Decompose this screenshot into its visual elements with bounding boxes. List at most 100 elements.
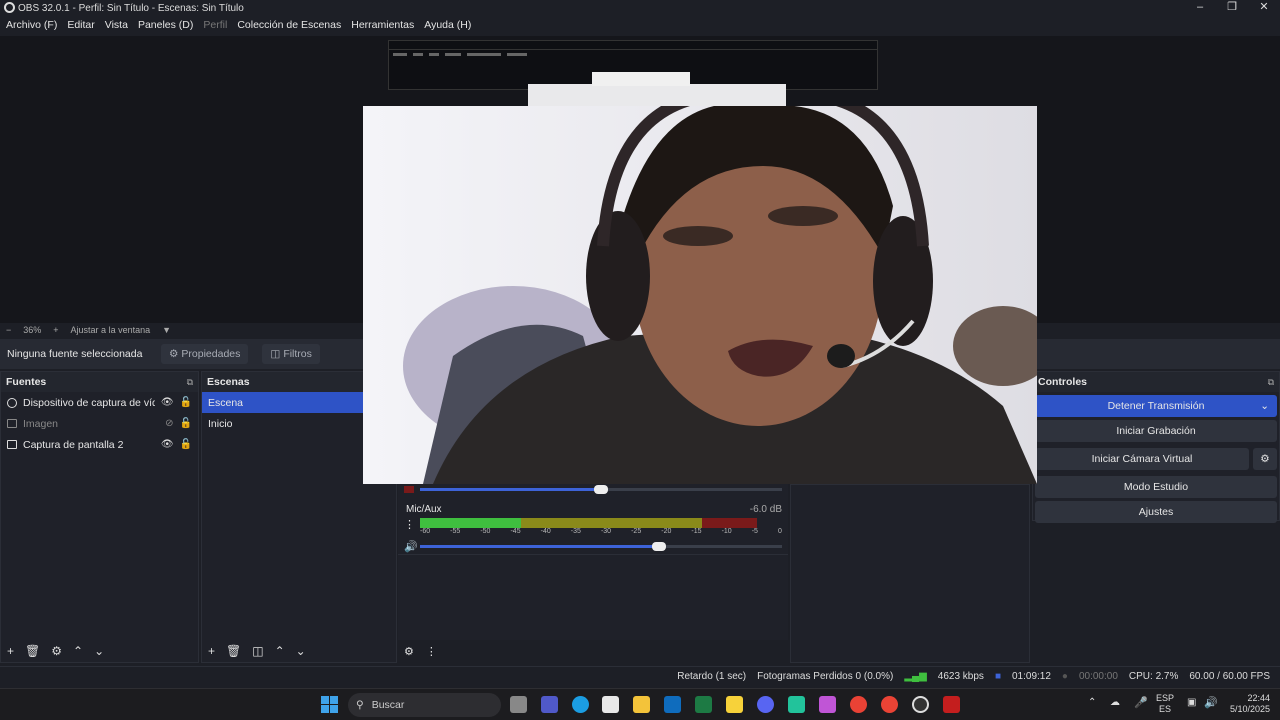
- maximize-button[interactable]: ❐: [1216, 0, 1248, 16]
- clock-date: 5/10/2025: [1229, 704, 1270, 714]
- eye-icon[interactable]: 👁: [161, 439, 174, 450]
- filter-icon: ◫: [270, 348, 281, 360]
- menu-ayuda[interactable]: Ayuda (H): [424, 19, 471, 31]
- lock-icon[interactable]: 🔓: [180, 397, 192, 408]
- trash-icon[interactable]: 🗑: [25, 644, 40, 658]
- file-explorer-icon[interactable]: [633, 696, 650, 713]
- excel-icon[interactable]: [695, 696, 712, 713]
- start-recording-button[interactable]: Iniciar Grabación: [1035, 420, 1277, 442]
- edge-icon[interactable]: [572, 696, 589, 713]
- filters-label: Filtros: [283, 348, 312, 360]
- add-icon[interactable]: +: [7, 644, 14, 658]
- discord-icon[interactable]: [757, 696, 774, 713]
- sticky-notes-icon[interactable]: [726, 696, 743, 713]
- controls-dock: Controles ⧉ Detener Transmisión ⌄ Iniciar …: [1032, 371, 1280, 523]
- arrow-down-icon[interactable]: ⌄: [296, 644, 306, 658]
- dropped-frames-status: Fotogramas Perdidos 0 (0.0%): [757, 671, 894, 682]
- store-icon[interactable]: [602, 696, 619, 713]
- desktop-volume-slider[interactable]: [420, 485, 782, 494]
- meter-tick-label: -45: [510, 528, 521, 535]
- app-icon[interactable]: [788, 696, 805, 713]
- nested-preview-frame: [528, 84, 786, 108]
- popout-icon[interactable]: ⧉: [1268, 377, 1274, 388]
- volume-icon[interactable]: 🔊: [1204, 696, 1218, 709]
- settings-button[interactable]: Ajustes: [1035, 501, 1277, 523]
- source-label: Captura de pantalla 2: [23, 438, 124, 451]
- close-button[interactable]: ✕: [1248, 0, 1280, 16]
- copilot-icon[interactable]: [819, 696, 836, 713]
- outlook-icon[interactable]: [664, 696, 681, 713]
- list-item[interactable]: Imagen ⊘ 🔓: [1, 413, 198, 434]
- meter-tick-label: -5: [751, 528, 758, 535]
- zoom-fit-dropdown[interactable]: Ajustar a la ventana: [71, 325, 151, 335]
- menu-perfil[interactable]: Perfil: [203, 19, 227, 31]
- arrow-up-icon[interactable]: ⌃: [73, 644, 83, 658]
- obs-taskbar-icon[interactable]: [912, 696, 929, 713]
- menu-archivo[interactable]: Archivo (F): [6, 19, 57, 31]
- meter-tick-label: -35: [570, 528, 581, 535]
- arrow-down-icon[interactable]: ⌄: [94, 644, 104, 658]
- list-item[interactable]: Captura de pantalla 2 👁 🔓: [1, 434, 198, 455]
- mcafee-icon[interactable]: [943, 696, 960, 713]
- virtual-camera-settings-button[interactable]: ⚙: [1253, 448, 1277, 470]
- menu-vista[interactable]: Vista: [105, 19, 128, 31]
- mixer-footer: ⚙ ⋮: [398, 640, 790, 663]
- trash-icon[interactable]: 🗑: [226, 644, 241, 658]
- network-icon[interactable]: ▣: [1187, 697, 1196, 708]
- lock-icon[interactable]: 🔓: [180, 418, 192, 429]
- gear-icon: ⚙: [1260, 453, 1270, 465]
- language-indicator[interactable]: ESP ES: [1156, 693, 1174, 715]
- chevron-down-icon[interactable]: ⌄: [1260, 395, 1269, 417]
- studio-mode-button[interactable]: Modo Estudio: [1035, 476, 1277, 498]
- zoom-out-button[interactable]: −: [6, 325, 11, 335]
- meter-tick-label: -25: [631, 528, 642, 535]
- kebab-menu-icon[interactable]: ⋮: [404, 518, 415, 531]
- windows-start-icon[interactable]: [321, 696, 338, 713]
- minimize-button[interactable]: –: [1184, 0, 1216, 16]
- transitions-dock: [790, 484, 1030, 663]
- no-source-label: Ninguna fuente seleccionada: [7, 348, 143, 360]
- stop-stream-button[interactable]: Detener Transmisión ⌄: [1035, 395, 1277, 417]
- tray-chevron-icon[interactable]: ⌃: [1088, 697, 1096, 708]
- lock-icon[interactable]: 🔓: [180, 439, 192, 450]
- eye-hidden-icon[interactable]: ⊘: [165, 418, 173, 429]
- arrow-up-icon[interactable]: ⌃: [275, 644, 285, 658]
- search-icon: ⚲: [356, 699, 364, 711]
- window-title: OBS 32.0.1 - Perfil: Sin Título - Escena…: [18, 2, 244, 14]
- speaker-icon[interactable]: 🔊: [404, 540, 418, 553]
- onedrive-icon[interactable]: ☁: [1110, 697, 1120, 708]
- meter-tick-label: -50: [480, 528, 491, 535]
- add-icon[interactable]: +: [208, 644, 215, 658]
- filter-icon[interactable]: ◫: [252, 644, 263, 658]
- chevron-down-icon[interactable]: ▼: [162, 325, 171, 335]
- chrome-profile-icon[interactable]: [881, 696, 898, 713]
- mic-volume-slider[interactable]: [420, 542, 782, 551]
- mic-level-meter: [420, 518, 782, 528]
- teams-icon[interactable]: [541, 696, 558, 713]
- properties-button[interactable]: ⚙ Propiedades: [161, 344, 249, 364]
- zoom-in-button[interactable]: +: [53, 325, 58, 335]
- list-item[interactable]: Dispositivo de captura de vídeo 👁 🔓: [1, 392, 198, 413]
- chrome-icon[interactable]: [850, 696, 867, 713]
- taskbar-search[interactable]: ⚲ Buscar: [348, 693, 501, 717]
- menu-coleccion-escenas[interactable]: Colección de Escenas: [237, 19, 341, 31]
- eye-icon[interactable]: 👁: [161, 397, 174, 408]
- cpu-status: CPU: 2.7%: [1128, 671, 1179, 682]
- popout-icon[interactable]: ⧉: [187, 377, 193, 388]
- meter-tick-label: -40: [540, 528, 551, 535]
- obs-logo-icon: [4, 2, 15, 13]
- menu-herramientas[interactable]: Herramientas: [351, 19, 414, 31]
- microphone-icon[interactable]: 🎤: [1134, 696, 1148, 709]
- menu-paneles[interactable]: Paneles (D): [138, 19, 193, 31]
- mixer-settings-icon[interactable]: ⚙: [404, 645, 414, 658]
- gear-icon[interactable]: ⚙: [51, 644, 62, 658]
- menu-editar[interactable]: Editar: [67, 19, 94, 31]
- clock[interactable]: 22:44 5/10/2025: [1226, 693, 1270, 715]
- kebab-menu-icon[interactable]: ⋮: [426, 645, 437, 658]
- task-view-icon[interactable]: [510, 696, 527, 713]
- clock-time: 22:44: [1247, 693, 1270, 703]
- filters-button[interactable]: ◫ Filtros: [262, 344, 320, 364]
- menu-bar: Archivo (F) Editar Vista Paneles (D) Per…: [0, 16, 471, 34]
- start-virtual-camera-button[interactable]: Iniciar Cámara Virtual: [1035, 448, 1249, 470]
- record-icon: ●: [1061, 671, 1068, 682]
